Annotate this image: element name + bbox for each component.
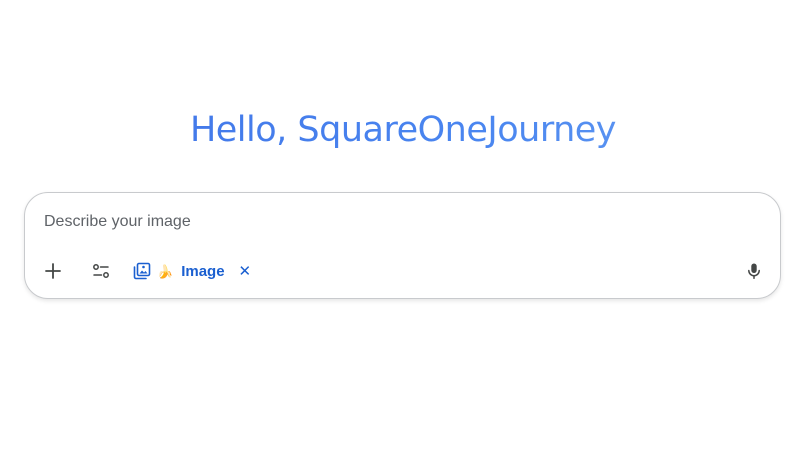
page: Hello, SquareOneJourney 🍌 I [0, 0, 806, 453]
chip-label: Image [181, 262, 225, 280]
plus-icon [45, 263, 61, 279]
prompt-box[interactable]: 🍌 Image ✕ [24, 192, 781, 299]
image-gallery-icon [133, 262, 151, 280]
chip-close-icon[interactable]: ✕ [239, 264, 252, 279]
mic-icon [748, 263, 760, 280]
tune-icon [93, 264, 109, 278]
greeting-title: Hello, SquareOneJourney [0, 108, 806, 152]
banana-emoji: 🍌 [157, 263, 174, 279]
prompt-input[interactable] [44, 210, 724, 234]
tools-button[interactable] [85, 255, 117, 287]
image-tool-chip[interactable]: 🍌 Image ✕ [133, 257, 251, 285]
microphone-button[interactable] [738, 255, 770, 287]
add-button[interactable] [37, 255, 69, 287]
